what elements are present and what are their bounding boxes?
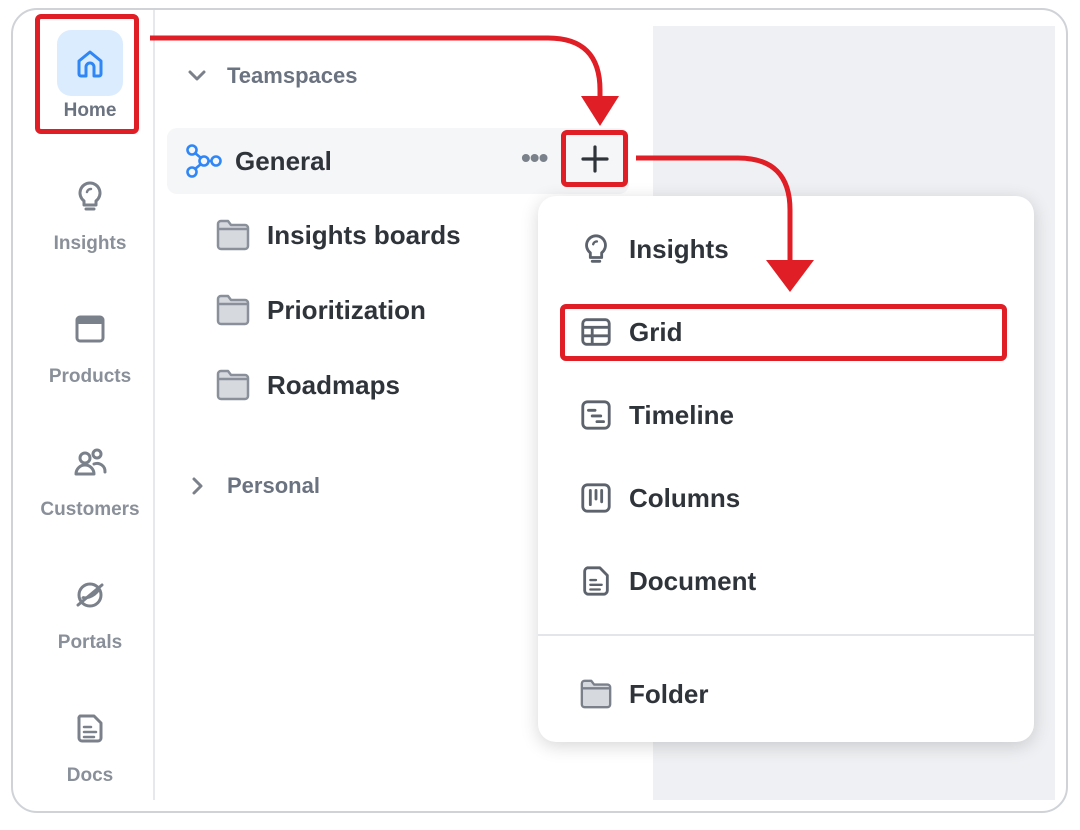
sidebar-item-label: Portals — [57, 632, 123, 653]
chevron-right-icon — [192, 477, 203, 495]
menu-divider — [538, 634, 1034, 636]
timeline-icon — [578, 397, 614, 433]
sidebar-item-docs[interactable]: Docs — [13, 695, 167, 811]
folder-icon — [216, 294, 250, 326]
customers-icon — [57, 429, 123, 495]
menu-item-folder[interactable]: Folder — [538, 664, 1034, 724]
menu-item-label: Document — [629, 565, 757, 596]
portal-icon — [57, 562, 123, 628]
teamspace-icon — [186, 144, 222, 178]
folder-insights-boards[interactable]: Insights boards — [215, 210, 461, 260]
folder-icon — [216, 219, 250, 251]
sidebar-item-label: Customers — [40, 499, 140, 520]
document-icon — [578, 563, 614, 599]
folder-icon — [578, 676, 614, 712]
sidebar-item-products[interactable]: Products — [13, 296, 167, 416]
sidebar-item-label: Products — [48, 366, 132, 387]
menu-item-label: Grid — [629, 316, 683, 347]
main-sidebar: Home Insights Products Customers Portals — [13, 10, 155, 800]
sidebar-item-insights[interactable]: Insights — [13, 163, 167, 283]
chevron-down-icon — [188, 70, 206, 81]
menu-item-label: Folder — [629, 678, 709, 709]
sidebar-item-home[interactable]: Home — [13, 30, 167, 150]
menu-item-label: Insights — [629, 233, 729, 264]
folder-roadmaps[interactable]: Roadmaps — [215, 360, 400, 410]
folder-name: Insights boards — [267, 219, 461, 250]
menu-item-label: Timeline — [629, 399, 735, 430]
columns-icon — [578, 480, 614, 516]
folder-name: Prioritization — [267, 294, 426, 325]
sidebar-item-portals[interactable]: Portals — [13, 562, 167, 682]
menu-item-timeline[interactable]: Timeline — [538, 385, 1034, 445]
folder-name: Roadmaps — [267, 369, 400, 400]
teamspaces-section-toggle[interactable]: Teamspaces — [185, 56, 357, 96]
add-item-menu: Insights Grid Timeline Columns Document — [538, 196, 1034, 742]
teamspace-general[interactable]: General ••• — [167, 128, 629, 194]
teamspace-name: General — [235, 145, 332, 176]
window-icon — [57, 296, 123, 362]
grid-icon — [578, 314, 614, 350]
sidebar-item-label: Insights — [53, 233, 127, 254]
teamspaces-label: Teamspaces — [227, 63, 358, 88]
menu-item-label: Columns — [629, 482, 741, 513]
personal-label: Personal — [227, 473, 320, 498]
plus-icon — [581, 145, 609, 173]
menu-item-insights[interactable]: Insights — [538, 219, 1034, 279]
menu-item-document[interactable]: Document — [538, 551, 1034, 611]
lightbulb-icon — [57, 163, 123, 229]
sidebar-item-label: Docs — [66, 765, 114, 786]
menu-item-grid[interactable]: Grid — [538, 302, 1034, 362]
personal-section-toggle[interactable]: Personal — [185, 466, 320, 506]
sidebar-item-label: Home — [63, 100, 117, 121]
folder-icon — [216, 369, 250, 401]
app-window: Home Insights Products Customers Portals — [11, 8, 1068, 813]
more-options-button[interactable]: ••• — [521, 144, 555, 174]
doc-icon — [57, 695, 123, 761]
menu-item-columns[interactable]: Columns — [538, 468, 1034, 528]
add-item-button[interactable] — [567, 134, 623, 184]
folder-prioritization[interactable]: Prioritization — [215, 285, 426, 335]
home-icon — [57, 30, 123, 96]
sidebar-item-customers[interactable]: Customers — [13, 429, 167, 549]
lightbulb-icon — [578, 231, 614, 267]
